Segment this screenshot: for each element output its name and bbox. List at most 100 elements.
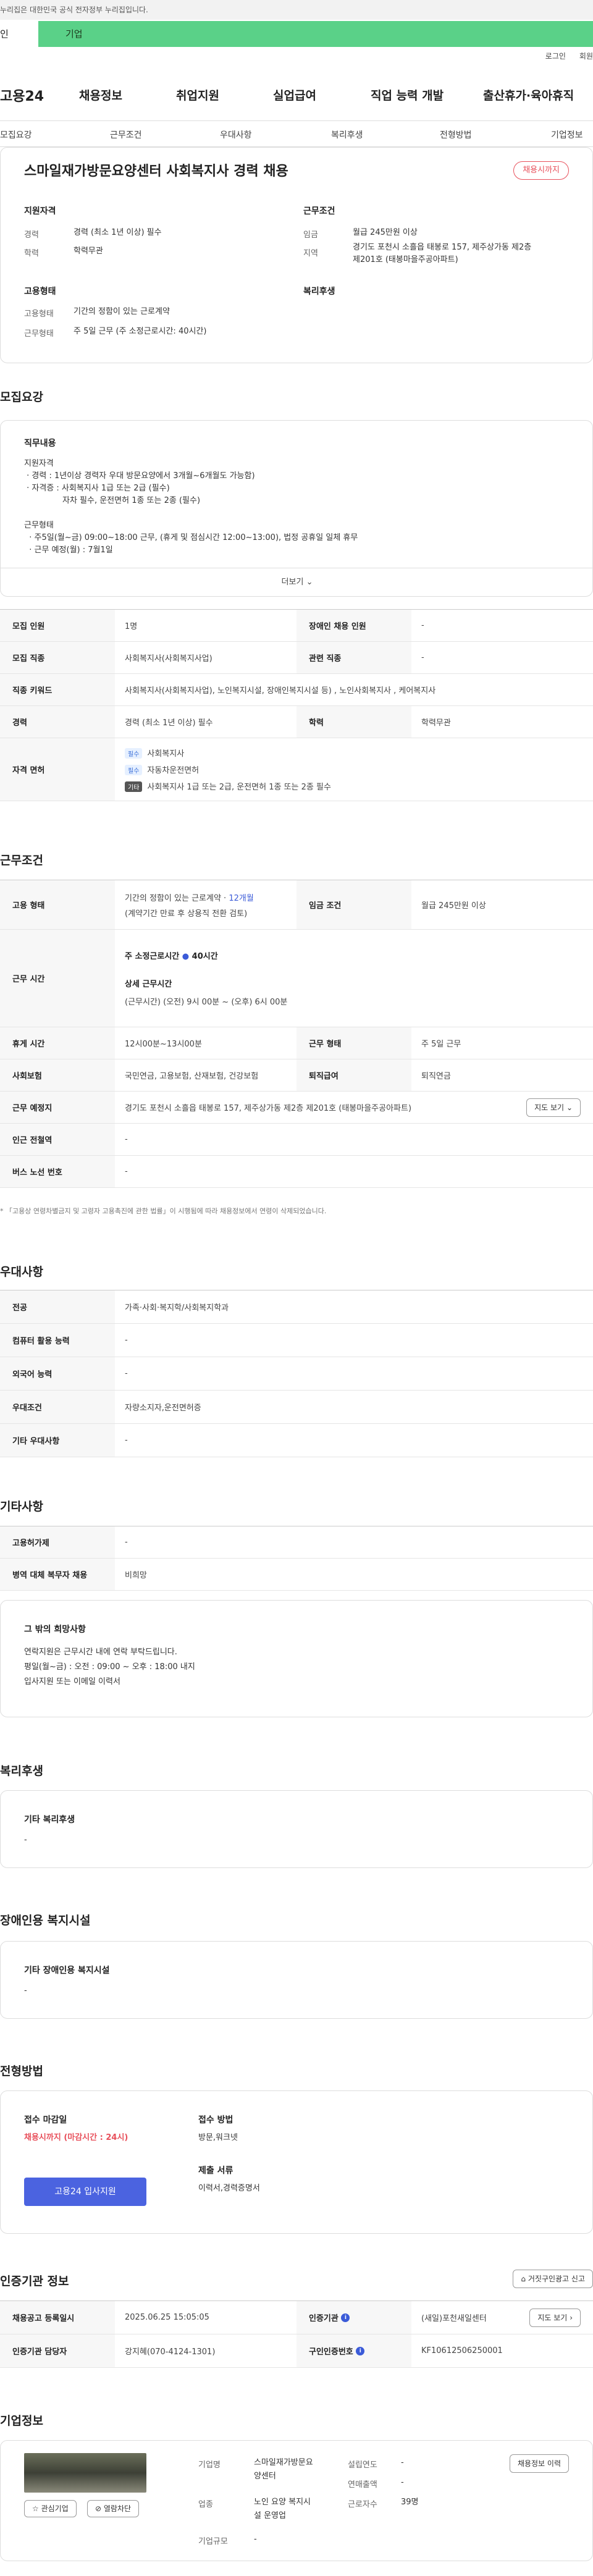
- emptype-key: 고용형태: [24, 309, 54, 319]
- disab-value: -: [24, 1986, 27, 1995]
- license-text: 자동차운전면허: [147, 766, 200, 775]
- work-table: 고용 형태 기간의 정함이 있는 근로계약 · 12개월 (계약기간 만료 후 …: [0, 880, 593, 1188]
- recruit-heading: 모집요강: [0, 390, 43, 404]
- size-key: 기업규모: [198, 2537, 228, 2546]
- year-value: -: [401, 2458, 404, 2467]
- duty-text: 지원자격 · 경력 : 1년이상 경력자 우대 방문요양에서 3개월~6개월도 …: [24, 459, 358, 555]
- row-key: 외국어 능력: [0, 1357, 115, 1390]
- subnav-recruit[interactable]: 모집요강: [0, 128, 32, 141]
- welfare-summary-label: 복리후생: [303, 287, 335, 297]
- table-row: 병역 대체 복무자 채용 비희망: [0, 1559, 593, 1591]
- company-photo: [24, 2453, 146, 2493]
- report-button-label: 거짓구인광고 신고: [528, 2275, 585, 2283]
- subnav-conditions[interactable]: 근무조건: [110, 128, 142, 141]
- area-value-line1: 경기도 포천시 소흘읍 태봉로 157, 제주상가동 제2층: [353, 243, 532, 252]
- industry-line1: 노인 요양 복지시: [254, 2498, 311, 2507]
- apply-button[interactable]: 고용24 입사지원: [24, 2178, 146, 2206]
- wage-value: 월급 245만원 이상: [353, 228, 418, 237]
- row-value: KF10612506250001: [421, 2346, 503, 2355]
- row-key: 버스 노선 번호: [0, 1156, 115, 1187]
- gnb-parental-leave[interactable]: 출산휴가·육아휴직: [483, 86, 574, 103]
- table-row: 고용허가제 -: [0, 1526, 593, 1559]
- list-item: 기타 사회복지사 1급 또는 2급, 운전면허 1종 또는 2종 필수: [125, 780, 331, 792]
- row-key: 우대조건: [0, 1391, 115, 1423]
- age-law-note: * 「고용상 연령차별금지 및 고령자 고용촉진에 관한 법률」이 시행됨에 따…: [0, 1207, 327, 1215]
- favorite-button[interactable]: ☆ 관심기업: [24, 2500, 77, 2517]
- emp-line2: (계약기간 만료 후 상용직 전환 검토): [125, 909, 248, 919]
- row-value: 월급 245만원 이상: [421, 901, 486, 911]
- map-button[interactable]: 지도 보기 ⌄: [526, 1098, 581, 1117]
- area-key: 지역: [303, 249, 318, 258]
- welfare-card: 기타 복리후생 -: [0, 1790, 593, 1868]
- row-value: -: [125, 1369, 128, 1378]
- favorite-label: 관심기업: [41, 2504, 69, 2513]
- gnb-employment-support[interactable]: 취업지원: [176, 86, 219, 103]
- row-key: 기타 우대사항: [0, 1424, 115, 1457]
- table-row: 채용공고 등록일시 2025.06.25 15:05:05 인증기관 i (새일…: [0, 2301, 593, 2334]
- block-icon: ⊘: [95, 2504, 102, 2513]
- tab-person[interactable]: 인: [0, 21, 37, 47]
- row-key: 근무 형태: [296, 1027, 411, 1059]
- table-row: 근무 예정지 경기도 포천시 소흘읍 태봉로 157, 제주상가동 제2층 제2…: [0, 1092, 593, 1124]
- tab-company[interactable]: 기업: [38, 21, 593, 47]
- table-row: 기타 우대사항 -: [0, 1424, 593, 1457]
- job-summary-card: 스마일재가방문요양센터 사회복지사 경력 채용 채용시까지 지원자격 경력 경력…: [0, 147, 593, 363]
- more-button[interactable]: 더보기 ⌄: [1, 568, 593, 596]
- site-logo[interactable]: 고용24: [0, 85, 44, 105]
- row-key: 인증기관 i: [296, 2301, 411, 2334]
- table-row: 컴퓨터 활용 능력 -: [0, 1324, 593, 1357]
- staff-key: 근로자수: [348, 2500, 377, 2509]
- row-key: 병역 대체 복무자 채용: [0, 1559, 115, 1590]
- gnb-skills-development[interactable]: 직업 능력 개발: [371, 86, 444, 103]
- disab-heading: 장애인용 복지시설: [0, 1914, 91, 1927]
- table-row: 직종 키워드 사회복지사(사회복지사업), 노인복지시설, 장애인복지시설 등)…: [0, 674, 593, 706]
- job-history-button[interactable]: 채용정보 이력: [509, 2454, 569, 2473]
- list-item: 필수 자동차운전면허: [125, 764, 199, 775]
- table-row: 외국어 능력 -: [0, 1357, 593, 1391]
- row-value: -: [125, 1167, 128, 1176]
- table-row: 인증기관 담당자 강지혜(070-4124-1301) 구인인증번호 i KF1…: [0, 2334, 593, 2368]
- row-key: 고용 형태: [0, 880, 115, 929]
- row-key: 임금 조건: [296, 880, 411, 929]
- education-key: 학력: [24, 249, 39, 258]
- cert-map-button[interactable]: 지도 보기 ›: [529, 2309, 581, 2327]
- block-label: 열람차단: [103, 2504, 132, 2513]
- row-key: 근무 예정지: [0, 1092, 115, 1123]
- pref-table: 전공 가족·사회·복지학/사회복지학과 컴퓨터 활용 능력 - 외국어 능력 - 우대…: [0, 1290, 593, 1457]
- org-key-label: 인증기관: [309, 2314, 339, 2323]
- detail-hours-label: 상세 근무시간: [125, 980, 172, 989]
- subnav-selection[interactable]: 전형방법: [440, 128, 472, 141]
- recruit-table: 모집 인원 1명 장애인 채용 인원 - 모집 직종 사회복지사(사회복지사업)…: [0, 609, 593, 801]
- job-title: 스마일재가방문요양센터 사회복지사 경력 채용: [24, 164, 288, 179]
- subnav-welfare[interactable]: 복리후생: [331, 128, 363, 141]
- gnb-unemployment-benefit[interactable]: 실업급여: [273, 86, 316, 103]
- welfare-title: 기타 복리후생: [24, 1815, 75, 1825]
- list-item: 필수 사회복지사: [125, 747, 184, 759]
- row-value: 강지혜(070-4124-1301): [125, 2347, 216, 2357]
- report-button[interactable]: ⌂ 거짓구인광고 신고: [513, 2270, 593, 2288]
- row-value: 경기도 포천시 소흘읍 태봉로 157, 제주상가동 제2층 제201호 (태봉…: [125, 1104, 412, 1113]
- row-key: 장애인 채용 인원: [296, 610, 411, 641]
- subnav-company[interactable]: 기업정보: [551, 128, 583, 141]
- area-value-line2: 제201호 (태봉마을주공아파트): [353, 255, 458, 264]
- company-name-key: 기업명: [198, 2460, 221, 2470]
- login-link[interactable]: 로그인: [545, 52, 566, 61]
- size-value: -: [254, 2535, 257, 2544]
- block-button[interactable]: ⊘ 열람차단: [87, 2500, 140, 2517]
- method-key: 접수 방법: [198, 2115, 233, 2125]
- emp-line1: 기간의 정함이 있는 근로계약 · 12개월: [125, 891, 254, 903]
- info-icon[interactable]: i: [341, 2313, 350, 2322]
- gnb-job-info[interactable]: 채용정보: [79, 86, 122, 103]
- join-link[interactable]: 회원: [579, 52, 593, 61]
- subnav-preferences[interactable]: 우대사항: [220, 128, 252, 141]
- table-row: 사회보험 국민연금, 고용보험, 산재보험, 건강보험 퇴직급여 퇴직연금: [0, 1059, 593, 1092]
- weekly-hours-label: 주 소정근로시간: [125, 952, 180, 961]
- section-subnav: 모집요강 근무조건 우대사항 복리후생 전형방법 기업정보: [0, 121, 593, 147]
- row-key: 모집 인원: [0, 610, 115, 641]
- row-value: 자량소지자,운전면허증: [125, 1404, 201, 1413]
- row-key: 고용허가제: [0, 1526, 115, 1558]
- info-icon[interactable]: i: [356, 2346, 365, 2355]
- emptype-value: 기간의 정함이 있는 근로계약: [74, 307, 170, 316]
- contract-months: 12개월: [229, 893, 254, 903]
- table-row: 전공 가족·사회·복지학/사회복지학과: [0, 1290, 593, 1324]
